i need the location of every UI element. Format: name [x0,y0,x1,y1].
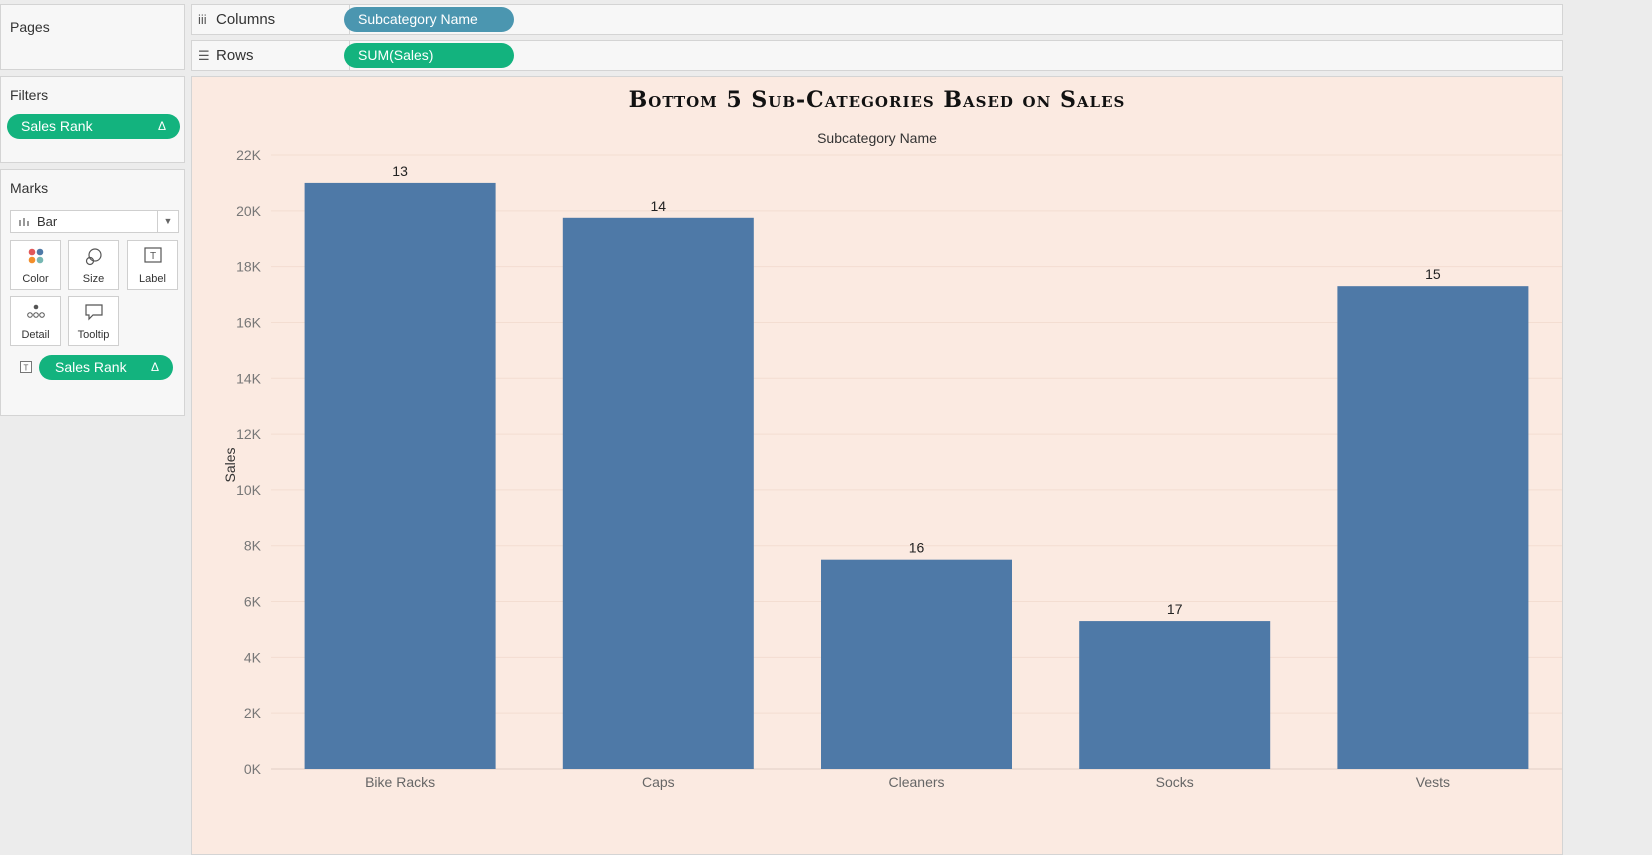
y-tick-label: 12K [236,426,262,442]
tooltip-icon [69,303,118,329]
y-tick-label: 18K [236,259,262,275]
marks-card: Marks Bar ▼ Color Size T Label Detail To… [0,169,185,416]
svg-text:T: T [149,251,155,262]
text-label-icon: T [20,360,32,378]
detail-label: Detail [21,329,50,341]
bar-chart: 0K 2K 4K 6K 8K 10K 12K 14K 16K 18K 20K 22K 13 Bike Ra… [236,147,1562,790]
marks-pill-label: Sales Rank [55,359,127,375]
filter-pill-label: Sales Rank [21,118,93,134]
size-button[interactable]: Size [68,240,119,290]
label-label: Label [139,273,166,285]
filter-sales-rank-pill[interactable]: Sales Rank Δ [7,114,180,139]
data-label: 17 [1167,601,1183,617]
pages-card: Pages [0,4,185,70]
bar [1337,286,1529,769]
y-tick-label: 20K [236,203,262,219]
rows-pill[interactable]: SUM(Sales) [344,43,514,68]
y-tick-label: 8K [244,538,262,554]
rows-shelf-label: ☰ Rows [198,47,254,64]
rows-icon: ☰ [198,48,210,63]
y-tick-label: 16K [236,314,262,330]
x-tick-label: Caps [642,774,675,790]
bar [562,217,754,769]
rows-shelf[interactable]: ☰ Rows SUM(Sales) [191,40,1563,71]
marks-sales-rank-pill[interactable]: Sales Rank Δ [39,355,173,380]
rows-pill-label: SUM(Sales) [358,47,434,63]
data-label: 16 [909,540,925,556]
color-icon [11,247,60,273]
delta-icon: Δ [157,119,166,133]
color-label: Color [22,273,49,285]
mark-type-label: Bar [37,214,58,229]
y-tick-label: 0K [244,761,262,777]
columns-shelf-label: iii Columns [198,11,276,28]
x-tick-label: Vests [1416,774,1450,790]
chart-view: Bottom 5 Sub-Categories Based on Sales S… [191,76,1563,855]
columns-pill[interactable]: Subcategory Name [344,7,514,32]
data-label: 13 [392,163,408,179]
bar [1079,621,1271,769]
color-button[interactable]: Color [10,240,61,290]
svg-text:T: T [24,364,29,373]
x-tick-label: Bike Racks [365,774,435,790]
y-tick-label: 14K [236,370,262,386]
x-tick-label: Cleaners [888,774,944,790]
y-tick-label: 2K [244,705,262,721]
data-label: 15 [1425,266,1441,282]
tooltip-button[interactable]: Tooltip [68,296,119,346]
chevron-down-icon: ▼ [157,211,178,232]
label-button[interactable]: T Label [127,240,178,290]
size-icon [69,247,118,273]
label-icon: T [128,247,177,273]
columns-pill-label: Subcategory Name [358,11,478,27]
bar [821,559,1012,769]
pages-title: Pages [10,19,50,35]
mark-type-dropdown[interactable]: Bar ▼ [10,210,179,233]
y-tick-label: 4K [244,649,262,665]
detail-icon [11,303,60,329]
bar [304,182,496,770]
y-tick-label: 10K [236,482,262,498]
marks-title: Marks [10,180,49,196]
columns-icon: iii [198,12,207,27]
size-label: Size [82,273,105,285]
x-tick-label: Socks [1156,774,1194,790]
y-tick-label: 6K [244,594,262,610]
data-label: 14 [651,198,667,214]
tooltip-label: Tooltip [77,329,110,341]
columns-shelf[interactable]: iii Columns Subcategory Name [191,4,1563,35]
filters-title: Filters [10,87,49,103]
bar-chart-icon [11,211,37,232]
filters-card: Filters Sales Rank Δ [0,76,185,163]
detail-button[interactable]: Detail [10,296,61,346]
y-tick-label: 22K [236,147,262,163]
delta-icon: Δ [150,360,159,374]
